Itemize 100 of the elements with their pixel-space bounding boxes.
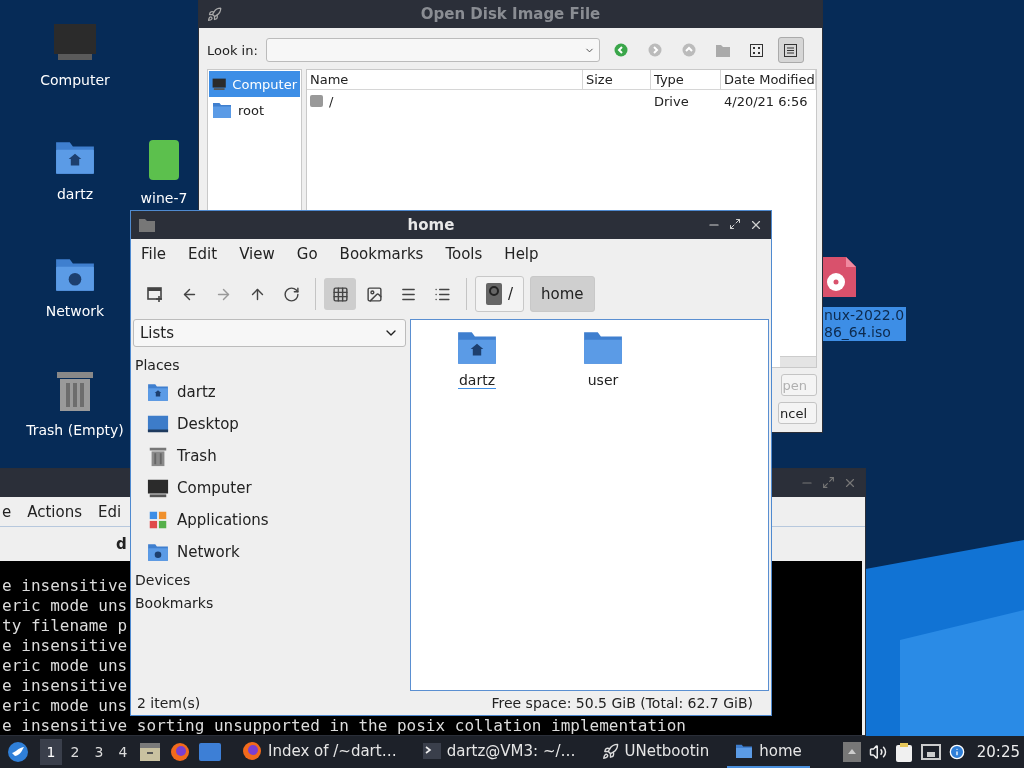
network-icon[interactable] <box>920 744 941 760</box>
info-icon[interactable] <box>948 744 965 760</box>
menu-item[interactable]: View <box>239 245 275 263</box>
new-tab-icon <box>147 286 163 302</box>
browser-icon <box>170 742 190 762</box>
icon-label[interactable]: dartz <box>54 186 96 203</box>
clipboard-icon[interactable] <box>894 742 913 762</box>
menu-item[interactable]: Help <box>504 245 539 263</box>
close-icon[interactable] <box>749 218 763 232</box>
folder-icon <box>212 101 232 119</box>
terminal-line: eric mode uns <box>1 596 128 616</box>
icon-label[interactable]: Trash (Empty) <box>24 422 126 439</box>
place-item[interactable]: Desktop <box>133 408 406 440</box>
menu-item[interactable]: Actions <box>27 502 83 521</box>
drive-icon <box>310 95 323 107</box>
applications-icon <box>147 509 169 531</box>
place-item[interactable]: Computer <box>133 472 406 504</box>
workspace-button[interactable]: 1 <box>40 739 62 765</box>
view-mode-button[interactable] <box>324 278 356 310</box>
icon-label[interactable]: Network <box>43 303 107 320</box>
trash-icon <box>147 445 169 467</box>
back-icon <box>613 43 628 57</box>
file-cabinet-icon <box>140 743 160 761</box>
drive-icon <box>486 283 502 305</box>
workspace-button[interactable]: 4 <box>112 739 134 765</box>
menu-item[interactable]: File <box>141 245 167 263</box>
reload-icon <box>282 285 300 303</box>
task-button[interactable]: Index of /~dart… <box>234 736 405 768</box>
folder-icon <box>139 218 155 232</box>
icon-view-icon <box>331 285 349 303</box>
side-pane-mode-select[interactable]: Lists <box>133 319 406 347</box>
section-title[interactable]: Places <box>133 353 406 376</box>
dialog-button[interactable]: ncel <box>778 402 817 424</box>
section-title[interactable]: Bookmarks <box>133 591 406 614</box>
icon-label[interactable]: wine-7 <box>138 190 190 207</box>
grid-icon <box>750 43 764 57</box>
table-cell: / <box>307 90 583 112</box>
terminal-line: eric mode uns <box>1 656 128 676</box>
up-icon <box>681 43 696 57</box>
workspace-button[interactable]: 3 <box>88 739 110 765</box>
tray-box-icon[interactable] <box>842 742 861 762</box>
section-title[interactable]: Devices <box>133 568 406 591</box>
terminal-line: e insensitive <box>1 636 128 656</box>
terminal-line: ty filename p <box>1 616 128 636</box>
menu-item[interactable]: Tools <box>445 245 483 263</box>
terminal-line: e insensitive sorting unsupported in the posix collation implementation <box>1 716 686 735</box>
task-button[interactable]: UNetbootin <box>593 736 718 768</box>
menu-item[interactable]: e <box>2 502 12 521</box>
place-item[interactable]: Applications <box>133 504 406 536</box>
look-in-label: Look in: <box>207 42 258 58</box>
task-button[interactable]: dartz@VM3: ~/… <box>414 736 584 768</box>
path-button[interactable]: home <box>530 276 595 312</box>
details-icon <box>784 43 798 57</box>
table-cell-text: Drive <box>653 92 690 111</box>
detail-mode-button[interactable] <box>777 37 804 63</box>
terminal-line: eric mode uns <box>1 696 128 716</box>
free-space: Free space: 50.5 GiB (Total: 62.7 GiB) <box>491 695 753 711</box>
desktop-icon <box>147 413 169 435</box>
icon-label[interactable]: nux-2022.0 86_64.iso <box>822 307 907 341</box>
file-name[interactable]: user <box>586 372 620 389</box>
menu-item[interactable]: Bookmarks <box>339 245 424 263</box>
monitor-icon <box>54 22 96 62</box>
application-icon <box>149 138 179 180</box>
thumbnail-view-icon <box>365 285 383 303</box>
look-in-field[interactable] <box>265 38 600 62</box>
clock[interactable]: 20:25 <box>976 743 1020 761</box>
volume-icon[interactable] <box>868 743 887 761</box>
sidebar-item[interactable]: root <box>209 97 300 123</box>
terminal-icon <box>422 743 441 759</box>
scrollbar[interactable] <box>780 356 816 367</box>
column-header[interactable]: Type <box>651 70 721 89</box>
folder-icon <box>735 743 754 759</box>
tab-title: d <box>116 535 127 553</box>
terminal-line: e insensitive <box>1 576 128 596</box>
place-item[interactable]: Network <box>133 536 406 568</box>
forward-icon <box>647 43 662 57</box>
place-item[interactable]: Trash <box>133 440 406 472</box>
home-folder-icon <box>147 382 169 402</box>
window-title: home <box>406 216 456 234</box>
icon-label[interactable]: Computer <box>38 72 112 89</box>
rocket-icon <box>601 742 619 760</box>
bird-icon <box>7 741 29 763</box>
file-name[interactable]: dartz <box>457 372 497 389</box>
menu-item[interactable]: Edi <box>98 502 122 521</box>
column-header[interactable]: Date Modified <box>721 70 816 89</box>
column-header[interactable]: Size <box>583 70 651 89</box>
browser-icon <box>242 741 262 761</box>
menu-item[interactable]: Edit <box>188 245 218 263</box>
terminal-line: e insensitive <box>1 676 128 696</box>
task-button[interactable]: home <box>727 736 810 768</box>
disc-image-icon <box>822 257 856 297</box>
trash-icon <box>56 370 94 412</box>
menu-item[interactable]: Go <box>296 245 318 263</box>
maximize-icon[interactable] <box>729 218 741 230</box>
column-header[interactable]: Name <box>307 70 583 89</box>
place-item[interactable]: dartz <box>133 376 406 408</box>
workspace-button[interactable]: 2 <box>64 739 86 765</box>
window-title: Open Disk Image File <box>419 5 602 23</box>
path-button[interactable]: / <box>475 276 525 312</box>
item-count: 2 item(s) <box>137 695 201 711</box>
